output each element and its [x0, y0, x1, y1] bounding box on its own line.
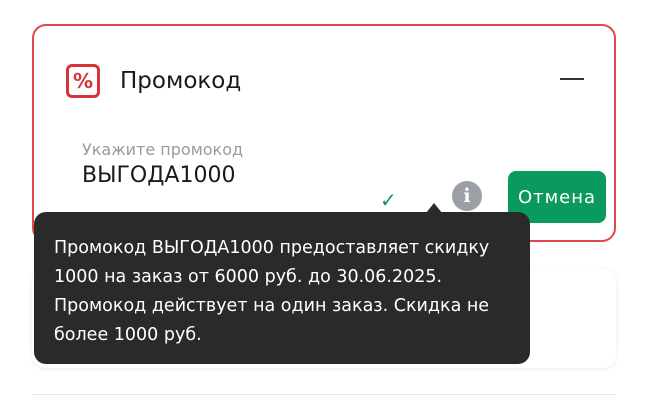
promo-title: Промокод: [120, 68, 242, 94]
promo-code-card: % Промокод Укажите промокод ✓ i Отмена: [32, 24, 616, 242]
percent-icon: %: [66, 64, 100, 98]
tooltip-text: Промокод ВЫГОДА1000 предоставляет скидку…: [54, 238, 490, 345]
promo-input[interactable]: [82, 163, 342, 188]
collapse-icon[interactable]: [560, 78, 584, 80]
promo-tooltip: Промокод ВЫГОДА1000 предоставляет скидку…: [34, 212, 530, 364]
divider: [32, 394, 616, 395]
info-icon[interactable]: i: [452, 181, 482, 211]
promo-input-label: Укажите промокод: [82, 140, 244, 159]
checkmark-icon: ✓: [380, 188, 397, 212]
promo-header[interactable]: % Промокод: [66, 64, 241, 98]
